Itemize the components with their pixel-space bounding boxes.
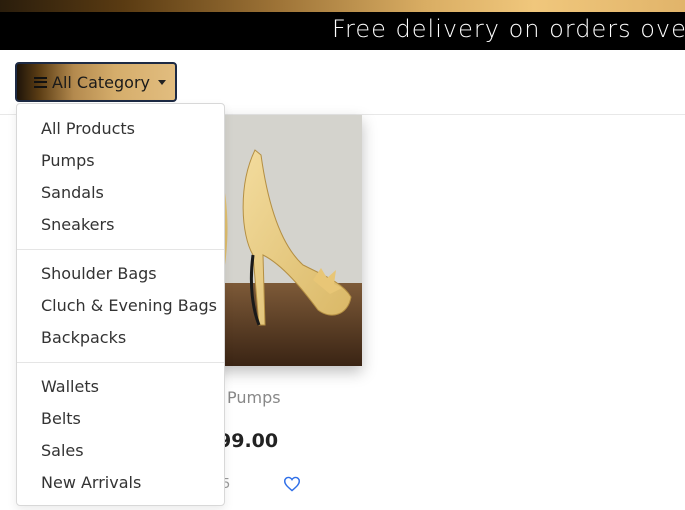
menu-item-pumps[interactable]: Pumps <box>17 145 224 177</box>
product-image[interactable] <box>203 115 362 366</box>
category-dropdown-menu: All Products Pumps Sandals Sneakers Shou… <box>16 103 225 506</box>
menu-item-wallets[interactable]: Wallets <box>17 371 224 403</box>
promo-bar: Free delivery on orders over <box>0 12 685 50</box>
menu-item-sneakers[interactable]: Sneakers <box>17 209 224 241</box>
promo-text: Free delivery on orders over <box>332 15 685 43</box>
pump-shoe-illustration <box>203 115 362 366</box>
menu-item-belts[interactable]: Belts <box>17 403 224 435</box>
menu-item-clutch-evening-bags[interactable]: Cluch & Evening Bags <box>17 290 224 322</box>
menu-item-all-products[interactable]: All Products <box>17 113 224 145</box>
menu-item-sales[interactable]: Sales <box>17 435 224 467</box>
all-category-button[interactable]: All Category <box>15 62 177 102</box>
menu-item-backpacks[interactable]: Backpacks <box>17 322 224 354</box>
menu-divider <box>17 362 224 363</box>
menu-divider <box>17 249 224 250</box>
menu-item-new-arrivals[interactable]: New Arrivals <box>17 467 224 499</box>
hamburger-icon <box>34 76 47 88</box>
top-gold-strip <box>0 0 685 12</box>
product-price: 99.00 <box>218 430 279 452</box>
chevron-down-icon <box>158 79 167 85</box>
menu-item-shoulder-bags[interactable]: Shoulder Bags <box>17 258 224 290</box>
menu-item-sandals[interactable]: Sandals <box>17 177 224 209</box>
heart-icon[interactable] <box>283 476 301 492</box>
all-category-label: All Category <box>52 72 151 92</box>
